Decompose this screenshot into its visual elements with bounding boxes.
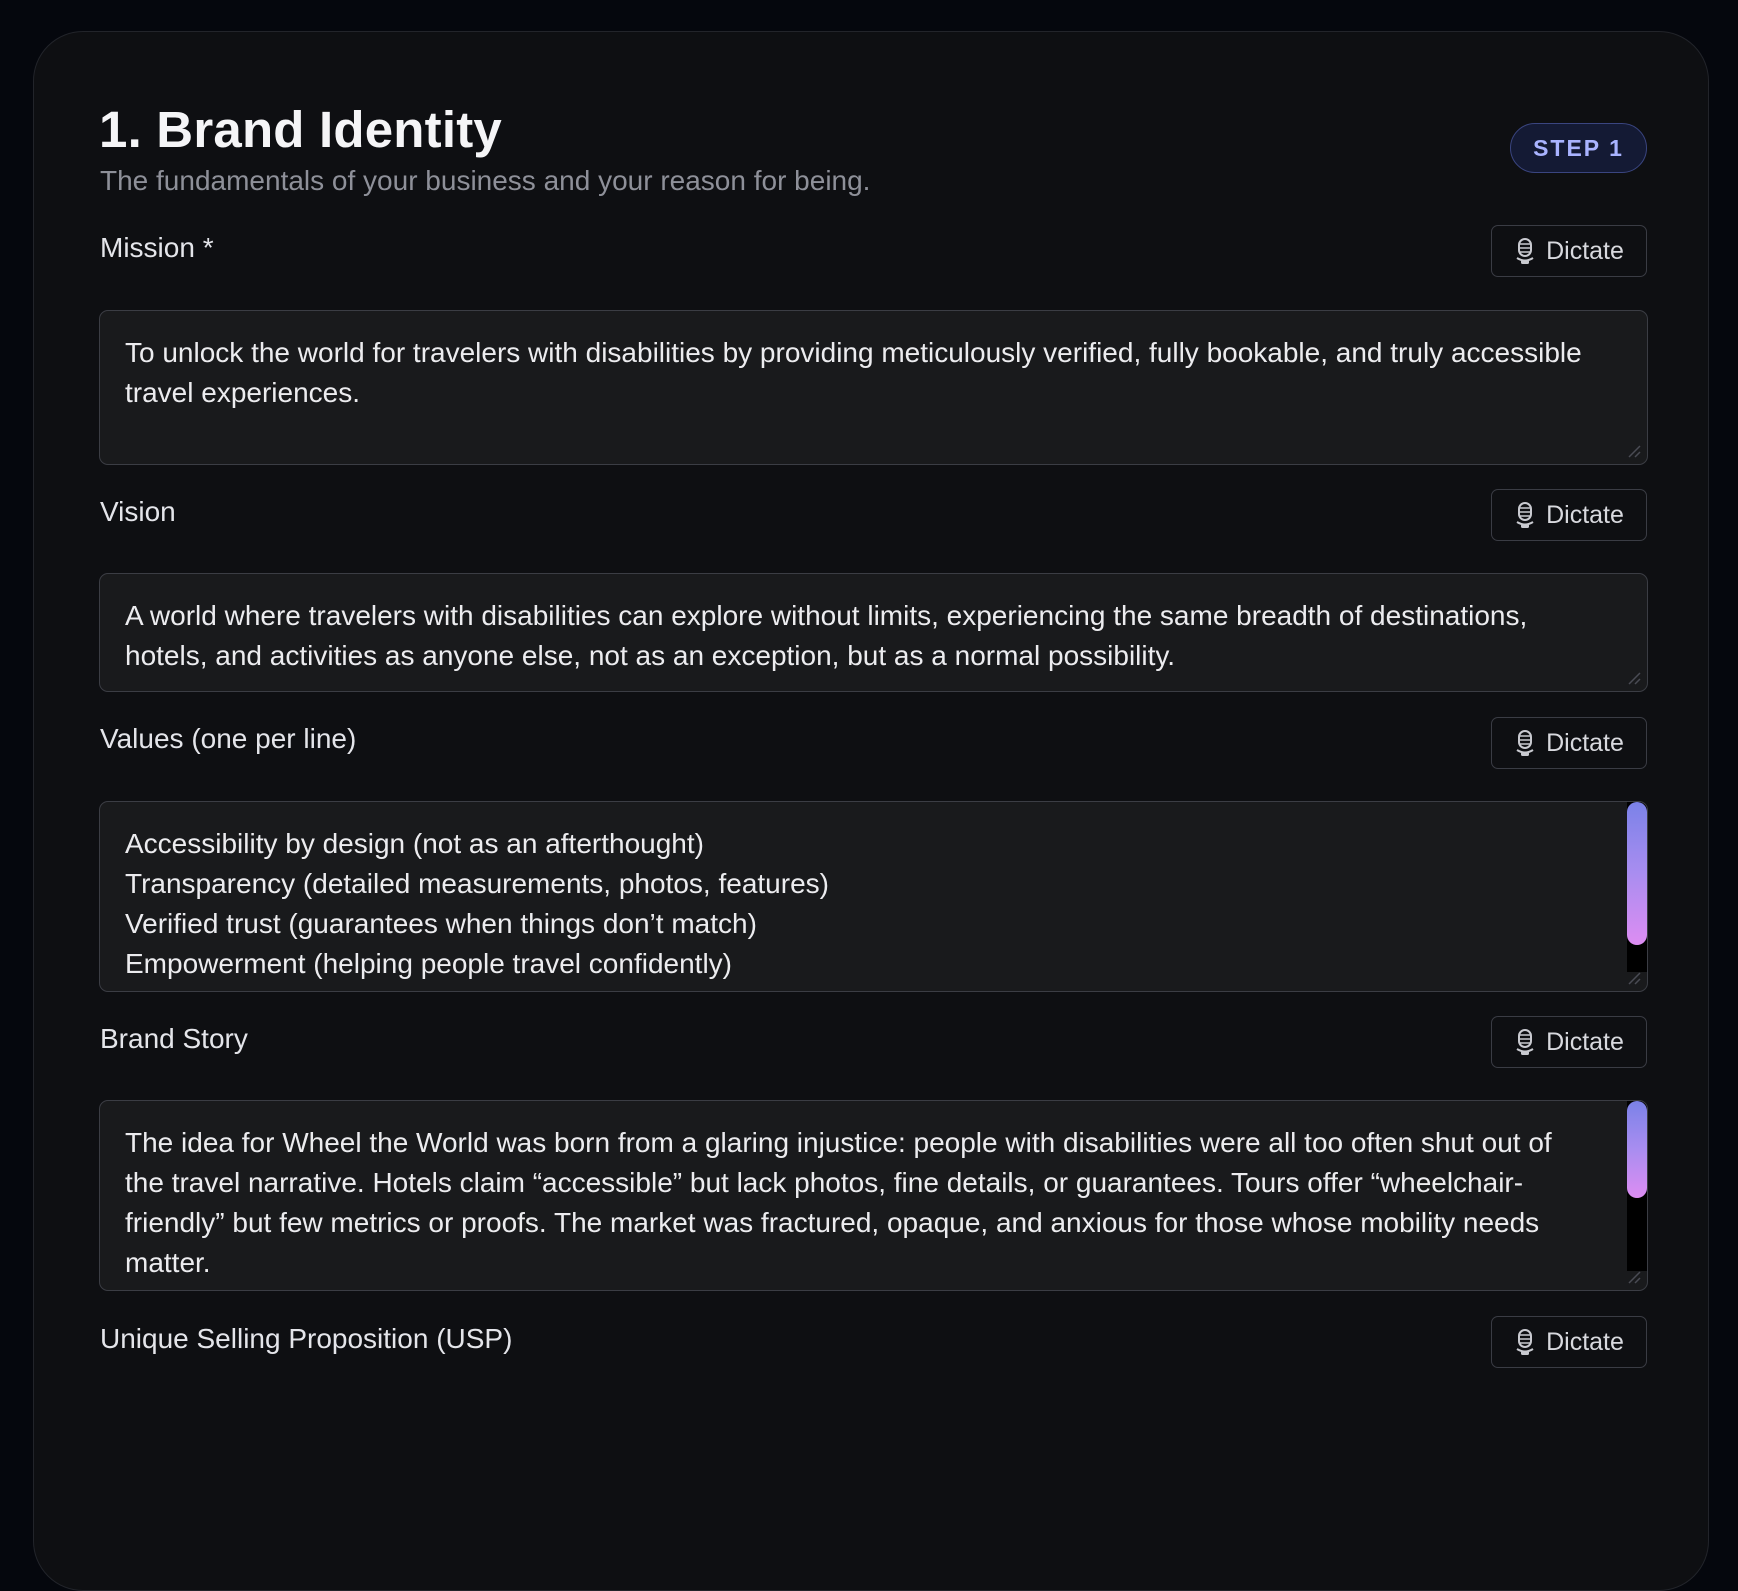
brand-identity-card: 1. Brand Identity The fundamentals of yo…	[33, 31, 1709, 1591]
brand-story-textarea[interactable]: The idea for Wheel the World was born fr…	[99, 1100, 1648, 1291]
resize-grip-icon[interactable]	[1627, 444, 1641, 458]
microphone-icon	[1514, 1328, 1536, 1356]
dictate-label: Dictate	[1546, 1327, 1624, 1356]
vision-text: A world where travelers with disabilitie…	[125, 600, 1536, 671]
brand-story-label: Brand Story	[100, 1023, 248, 1054]
microphone-icon	[1514, 237, 1536, 265]
brand-story-dictate-button[interactable]: Dictate	[1491, 1016, 1647, 1068]
values-dictate-button[interactable]: Dictate	[1491, 717, 1647, 769]
values-textarea[interactable]: Accessibility by design (not as an after…	[99, 801, 1648, 992]
section-subtitle: The fundamentals of your business and yo…	[100, 165, 871, 196]
brand-story-scrollbar-thumb[interactable]	[1627, 1101, 1647, 1198]
dictate-label: Dictate	[1546, 728, 1624, 757]
values-scrollbar[interactable]	[1627, 802, 1647, 972]
usp-dictate-button[interactable]: Dictate	[1491, 1316, 1647, 1368]
dictate-label: Dictate	[1546, 500, 1624, 529]
mission-textarea[interactable]: To unlock the world for travelers with d…	[99, 310, 1648, 465]
mission-text: To unlock the world for travelers with d…	[125, 337, 1590, 408]
values-text: Accessibility by design (not as an after…	[125, 828, 829, 991]
brand-story-text: The idea for Wheel the World was born fr…	[125, 1127, 1552, 1290]
dictate-label: Dictate	[1546, 1027, 1624, 1056]
mission-dictate-button[interactable]: Dictate	[1491, 225, 1647, 277]
resize-grip-icon[interactable]	[1627, 971, 1641, 985]
microphone-icon	[1514, 1028, 1536, 1056]
values-label: Values (one per line)	[100, 723, 357, 754]
mission-label: Mission *	[100, 232, 214, 263]
microphone-icon	[1514, 501, 1536, 529]
dictate-label: Dictate	[1546, 236, 1624, 265]
vision-label: Vision	[100, 496, 176, 527]
vision-textarea[interactable]: A world where travelers with disabilitie…	[99, 573, 1648, 692]
brand-story-scrollbar[interactable]	[1627, 1101, 1647, 1271]
usp-label: Unique Selling Proposition (USP)	[100, 1323, 513, 1354]
section-title: 1. Brand Identity	[99, 101, 502, 158]
step-badge: STEP 1	[1510, 123, 1647, 173]
microphone-icon	[1514, 729, 1536, 757]
resize-grip-icon[interactable]	[1627, 1270, 1641, 1284]
vision-dictate-button[interactable]: Dictate	[1491, 489, 1647, 541]
values-scrollbar-thumb[interactable]	[1627, 802, 1647, 945]
resize-grip-icon[interactable]	[1627, 671, 1641, 685]
